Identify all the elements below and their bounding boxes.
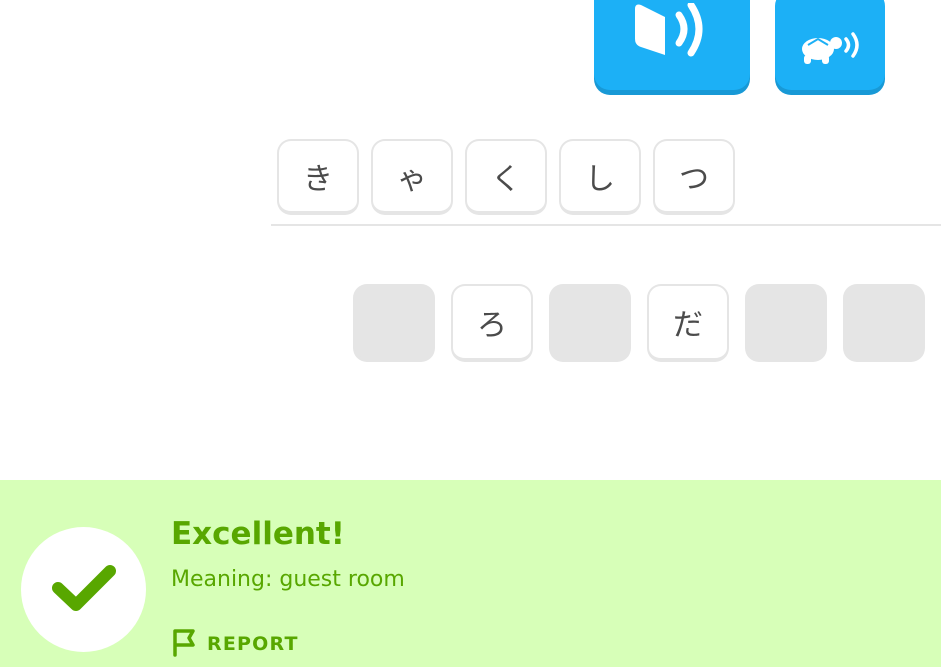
answer-tile[interactable]: つ <box>653 139 735 215</box>
answer-tile[interactable]: き <box>277 139 359 215</box>
flag-icon <box>171 627 197 661</box>
answer-tile[interactable]: く <box>465 139 547 215</box>
word-bank-tile-used <box>843 284 925 362</box>
answer-tile[interactable]: ゃ <box>371 139 453 215</box>
word-bank-tile-used <box>745 284 827 362</box>
word-bank-tile-used <box>353 284 435 362</box>
word-bank-tile[interactable]: だ <box>647 284 729 362</box>
play-slow-audio-button[interactable] <box>775 0 885 90</box>
play-audio-button[interactable] <box>594 0 750 90</box>
report-button[interactable]: REPORT <box>171 627 299 661</box>
report-label: REPORT <box>207 633 299 655</box>
answer-tile[interactable]: し <box>559 139 641 215</box>
feedback-footer: Excellent! Meaning: guest room REPORT <box>0 480 941 667</box>
speaker-icon <box>631 1 713 67</box>
word-bank-tile-used <box>549 284 631 362</box>
feedback-title: Excellent! <box>171 516 345 552</box>
lesson-screen: き ゃ く し つ ろ だ Excellent! Meaning: guest … <box>0 0 941 667</box>
checkmark-icon <box>51 563 117 617</box>
word-bank-tile[interactable]: ろ <box>451 284 533 362</box>
turtle-speaker-icon <box>796 29 864 69</box>
success-badge <box>21 527 146 652</box>
answer-tiles: き ゃ く し つ <box>277 139 735 215</box>
answer-divider <box>271 224 941 226</box>
word-bank: ろ だ <box>353 284 925 362</box>
feedback-meaning: Meaning: guest room <box>171 567 405 592</box>
